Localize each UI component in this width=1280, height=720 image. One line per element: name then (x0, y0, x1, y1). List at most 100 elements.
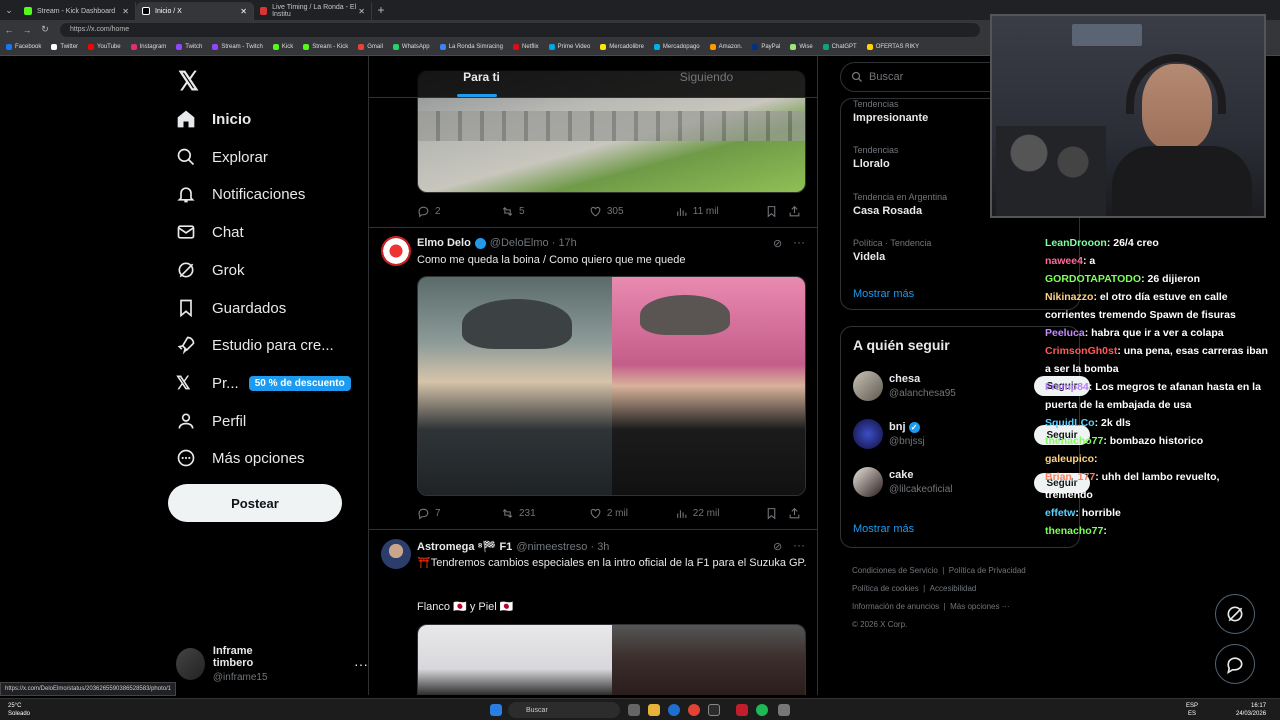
show-more-follow-link[interactable]: Mostrar más (853, 523, 914, 535)
tweet-media[interactable] (417, 624, 806, 695)
reply-button[interactable]: 2 (417, 205, 501, 218)
follow-user[interactable]: bnj ✓ @bnjssj (853, 419, 925, 449)
show-more-trends-link[interactable]: Mostrar más (853, 288, 914, 300)
like-button[interactable]: 2 mil (589, 507, 675, 520)
chat-username[interactable]: LeanDrooon (1045, 237, 1107, 249)
bookmark-item[interactable]: Stream - Twitch (212, 44, 263, 50)
bookmark-item[interactable]: Netflix (512, 44, 539, 50)
new-tab-button[interactable]: + (372, 3, 390, 17)
nav-explore[interactable]: Explorar (176, 145, 268, 169)
close-tab-icon[interactable]: ✕ (122, 7, 129, 16)
retweet-button[interactable]: 231 (501, 507, 589, 520)
avatar[interactable] (381, 539, 411, 569)
browser-tab-kick[interactable]: Stream - Kick Dashboard ✕ (18, 2, 136, 20)
nav-chat[interactable]: Chat (176, 220, 244, 244)
nav-home[interactable]: Inicio (176, 107, 251, 131)
bookmark-button[interactable] (765, 507, 788, 520)
account-more-icon[interactable]: ··· (354, 656, 368, 672)
nav-bookmarks[interactable]: Guardados (176, 296, 286, 320)
bookmark-item[interactable]: Wise (790, 44, 813, 50)
bookmark-item[interactable]: Amazon. (709, 44, 742, 50)
bookmark-item[interactable]: Facebook (6, 44, 41, 50)
chat-username[interactable]: CrimsonGh0st (1045, 345, 1117, 357)
tweet-author-handle[interactable]: @DeloElmo (490, 237, 549, 249)
bookmark-item[interactable]: Instagram (130, 44, 166, 50)
avatar[interactable] (381, 236, 411, 266)
follow-user[interactable]: chesa @alanchesa95 (853, 371, 956, 401)
tab-following[interactable]: Siguiendo (594, 56, 817, 97)
views-button[interactable]: 22 mil (675, 507, 765, 520)
tweet-time[interactable]: · 17h (552, 237, 577, 249)
views-button[interactable]: 11 mil (675, 205, 765, 218)
bookmark-item[interactable]: WhatsApp (392, 44, 430, 50)
tab-list-icon[interactable]: ⌄ (0, 5, 18, 16)
tweet-author-name[interactable]: Astromega ⁸🏁 F1 (417, 540, 512, 553)
chat-username[interactable]: Nikinazzo (1045, 291, 1093, 303)
footer-link[interactable]: Accesibilidad (930, 584, 977, 593)
footer-link[interactable]: Política de Privacidad (949, 566, 1026, 575)
follow-user[interactable]: cake @lilcakeoficial (853, 467, 953, 497)
bookmark-item[interactable]: Mercadopago (653, 44, 700, 50)
app-icon[interactable] (736, 704, 748, 716)
chat-username[interactable]: effetw (1045, 507, 1075, 519)
reload-icon[interactable]: ↻ (36, 24, 54, 35)
chat-username[interactable]: SquidLCo (1045, 417, 1095, 429)
trend-item[interactable]: Tendencia en Argentina Casa Rosada (853, 192, 947, 217)
bookmark-item[interactable]: Prime Video (548, 44, 590, 50)
trend-item[interactable]: Tendencias Impresionante (853, 99, 928, 124)
retweet-button[interactable]: 5 (501, 205, 589, 218)
forward-icon[interactable]: → (18, 25, 36, 35)
back-icon[interactable]: ← (0, 25, 18, 35)
grok-tweet-icon[interactable]: ⊘ (773, 237, 782, 250)
grok-fab-button[interactable] (1215, 594, 1255, 634)
chat-username[interactable]: thenacho77 (1045, 525, 1103, 537)
tweet-time[interactable]: · 3h (590, 541, 609, 553)
footer-link[interactable]: Información de anuncios (852, 602, 939, 611)
bookmark-item[interactable]: Twitch (176, 44, 202, 50)
task-view-icon[interactable] (628, 704, 640, 716)
nav-grok[interactable]: Grok (176, 258, 245, 282)
chrome-icon[interactable] (688, 704, 700, 716)
footer-link[interactable]: Política de cookies (852, 584, 919, 593)
trend-item[interactable]: Política · Tendencia Videla (853, 238, 931, 263)
tab-for-you[interactable]: Para ti (369, 56, 594, 97)
spotify-icon[interactable] (756, 704, 768, 716)
tweet-more-icon[interactable]: ··· (793, 235, 805, 249)
clock[interactable]: 16:17 24/03/2026 (1236, 702, 1266, 718)
bookmark-item[interactable]: Twitter (51, 44, 78, 50)
grok-tweet-icon[interactable]: ⊘ (773, 540, 782, 553)
nav-more[interactable]: Más opciones (176, 446, 305, 470)
bookmark-item[interactable]: Kick (272, 44, 293, 50)
bookmark-item[interactable]: La Ronda Simracing (439, 44, 503, 50)
taskbar-search[interactable]: Buscar (508, 702, 620, 718)
close-tab-icon[interactable]: ✕ (358, 7, 365, 16)
nav-profile[interactable]: Perfil (176, 409, 246, 433)
tweet-media[interactable] (417, 276, 806, 496)
tweet-author-name[interactable]: Elmo Delo (417, 237, 471, 249)
bookmark-item[interactable]: Stream - Kick (303, 44, 348, 50)
bookmark-button[interactable] (765, 205, 788, 218)
tweet-author-handle[interactable]: @nimeestreso (516, 541, 587, 553)
share-button[interactable] (788, 507, 806, 520)
trend-item[interactable]: Tendencias Lloralo (853, 145, 899, 170)
url-input[interactable]: https://x.com/home (60, 22, 980, 37)
share-button[interactable] (788, 205, 806, 218)
chat-username[interactable]: Peeluca (1045, 327, 1085, 339)
file-explorer-icon[interactable] (648, 704, 660, 716)
reply-button[interactable]: 7 (417, 507, 501, 520)
steam-icon[interactable] (708, 704, 720, 716)
post-button[interactable]: Postear (168, 484, 342, 522)
bookmark-item[interactable]: PayPal (752, 44, 780, 50)
like-button[interactable]: 305 (589, 205, 675, 218)
tweet-more-icon[interactable]: ··· (793, 538, 805, 552)
windows-start-icon[interactable] (490, 704, 502, 716)
chat-username[interactable]: GORDOTAPATODO (1045, 273, 1141, 285)
x-logo-icon[interactable]: 𝕏 (178, 66, 199, 97)
messages-fab-button[interactable] (1215, 644, 1255, 684)
close-tab-icon[interactable]: ✕ (240, 7, 247, 16)
language-indicator[interactable]: ESP ES (1186, 702, 1198, 718)
nav-creator-studio[interactable]: Estudio para cre... (176, 333, 334, 357)
chat-username[interactable]: Brian_177 (1045, 471, 1095, 483)
nav-premium[interactable]: 𝕏 Pr... 50 % de descuento (176, 371, 351, 395)
weather-widget[interactable]: 25°C Soleado (8, 702, 30, 718)
